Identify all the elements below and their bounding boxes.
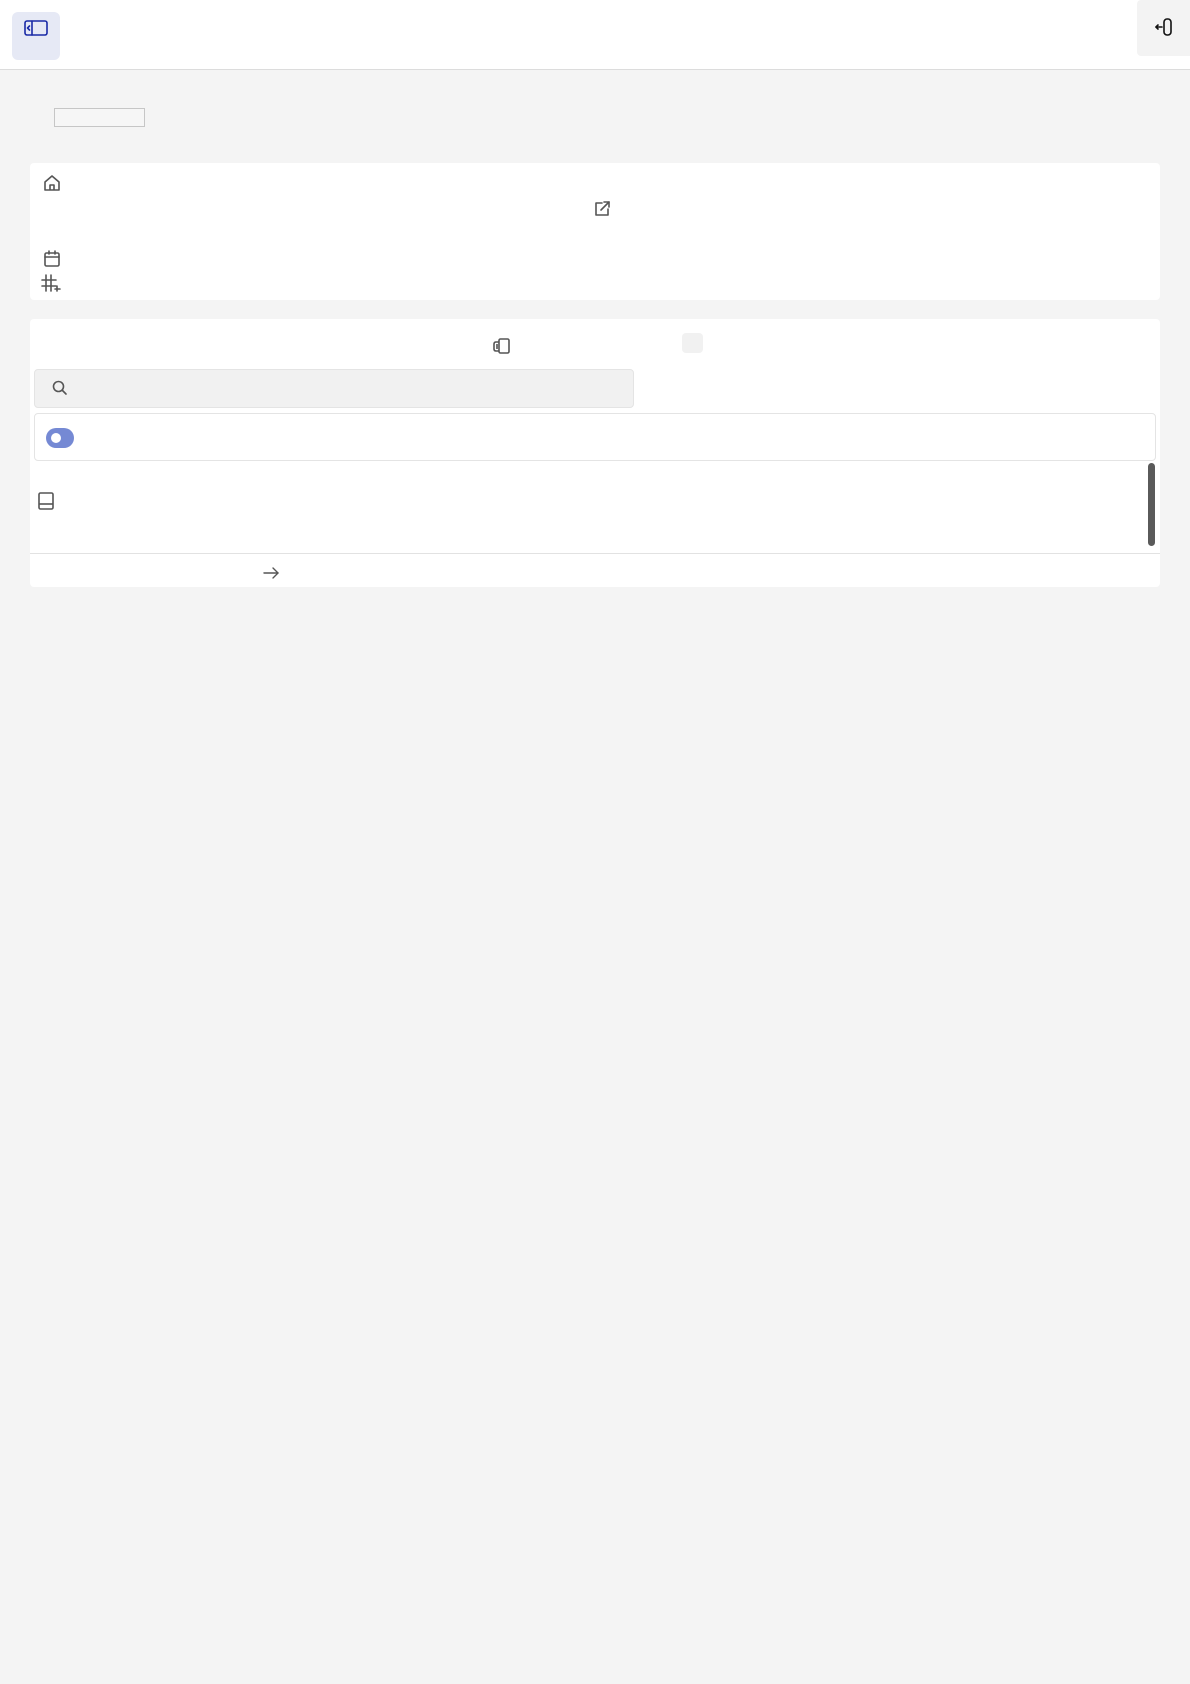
divider <box>30 553 1160 554</box>
page-title <box>54 108 145 127</box>
filter-row <box>34 413 1156 461</box>
info-card <box>30 163 1160 300</box>
copy-pages-icon[interactable] <box>490 335 512 357</box>
arrow-right-icon[interactable] <box>261 563 281 583</box>
list-scrollbar[interactable] <box>1148 463 1155 546</box>
hashtag-icon <box>40 272 62 294</box>
toggle-knob <box>51 433 61 443</box>
search-box <box>34 369 634 408</box>
logout-icon <box>1153 16 1175 41</box>
search-icon <box>51 379 69 397</box>
calendar-icon <box>42 249 62 269</box>
sidebar-toggle-button[interactable] <box>12 12 60 60</box>
book-icon <box>36 490 56 512</box>
main-card <box>30 319 1160 587</box>
logout-button[interactable] <box>1137 0 1190 56</box>
home-icon <box>42 173 62 193</box>
top-bar <box>0 0 1190 70</box>
search-input[interactable] <box>79 370 627 407</box>
filter-toggle[interactable] <box>46 428 74 448</box>
external-link-icon[interactable] <box>592 199 612 219</box>
options-button[interactable] <box>682 333 703 353</box>
sidebar-panel-icon <box>23 17 49 42</box>
